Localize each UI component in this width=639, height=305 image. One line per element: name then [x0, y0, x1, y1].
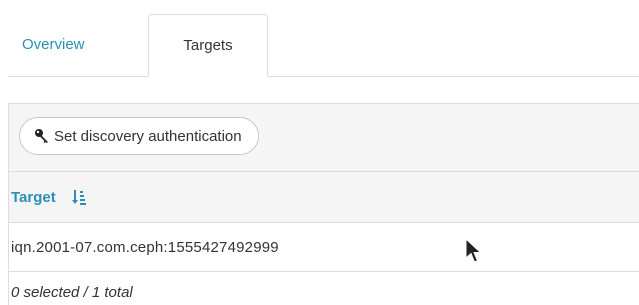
target-cell: iqn.2001-07.com.ceph:1555427492999 [11, 238, 279, 256]
tab-overview[interactable]: Overview [22, 14, 132, 76]
column-header-target[interactable]: Target [9, 172, 639, 223]
table-toolbar: Set discovery authentication [9, 104, 639, 172]
sort-ascending-icon[interactable] [71, 189, 86, 205]
set-discovery-authentication-button[interactable]: Set discovery authentication [19, 117, 259, 155]
iscsi-page: Overview Targets Set discovery authentic… [0, 0, 639, 305]
targets-table: Set discovery authentication Target iqn.… [8, 103, 639, 305]
column-header-label: Target [11, 188, 56, 206]
key-icon [34, 128, 50, 144]
table-row[interactable]: iqn.2001-07.com.ceph:1555427492999 [9, 223, 639, 272]
mouse-pointer-icon [465, 237, 483, 269]
table-footer: 0 selected / 1 total [9, 272, 639, 305]
selection-count: 0 selected / 1 total [11, 283, 133, 301]
set-discovery-authentication-label: Set discovery authentication [54, 127, 242, 145]
tab-bar: Overview Targets [8, 14, 639, 77]
tab-targets[interactable]: Targets [148, 14, 268, 77]
